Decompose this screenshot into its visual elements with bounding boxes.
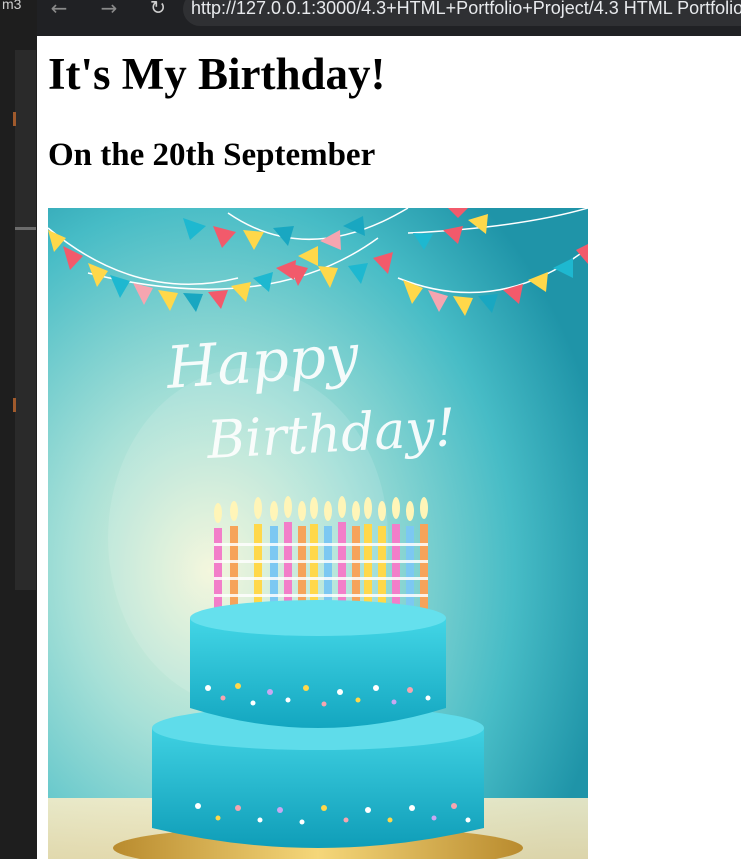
reload-icon[interactable]: ↻ <box>144 0 172 22</box>
address-bar[interactable]: http://127.0.0.1:3000/4.3+HTML+Portfolio… <box>183 0 741 26</box>
birthday-cake-image: Happy Birthday! <box>48 208 588 859</box>
browser-toolbar: ← → ↻ http://127.0.0.1:3000/4.3+HTML+Por… <box>37 0 741 36</box>
address-url: http://127.0.0.1:3000/4.3+HTML+Portfolio… <box>191 0 741 18</box>
forward-arrow-icon[interactable]: → <box>95 0 123 22</box>
scrollbar-thumb[interactable] <box>15 227 36 230</box>
editor-side-strip: m3 <box>0 0 38 859</box>
page-content: It's My Birthday! On the 20th September <box>37 36 741 859</box>
editor-scrollbar[interactable] <box>15 50 36 590</box>
page-title: It's My Birthday! <box>48 49 386 99</box>
editor-tab-label: m3 <box>2 0 22 12</box>
gutter-marker <box>13 398 16 412</box>
page-subtitle: On the 20th September <box>48 137 376 173</box>
gutter-marker <box>13 112 16 126</box>
back-arrow-icon[interactable]: ← <box>45 0 73 22</box>
